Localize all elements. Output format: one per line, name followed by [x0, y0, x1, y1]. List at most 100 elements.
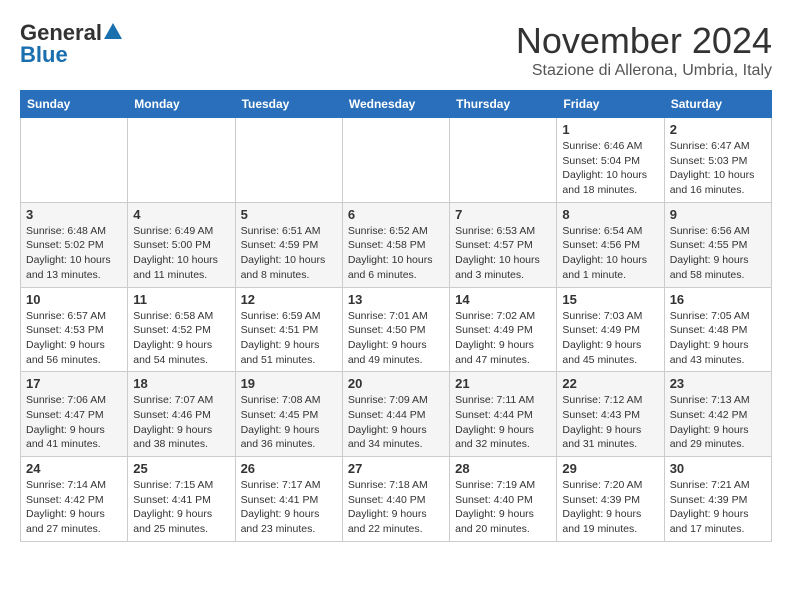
day-info: Sunrise: 6:57 AMSunset: 4:53 PMDaylight:… — [26, 309, 122, 368]
day-info: Sunrise: 7:02 AMSunset: 4:49 PMDaylight:… — [455, 309, 551, 368]
calendar-cell: 18 Sunrise: 7:07 AMSunset: 4:46 PMDayligh… — [128, 372, 235, 457]
day-number: 27 — [348, 461, 444, 476]
day-info: Sunrise: 7:20 AMSunset: 4:39 PMDaylight:… — [562, 478, 658, 537]
day-info: Sunrise: 6:58 AMSunset: 4:52 PMDaylight:… — [133, 309, 229, 368]
day-info: Sunrise: 7:19 AMSunset: 4:40 PMDaylight:… — [455, 478, 551, 537]
day-number: 11 — [133, 292, 229, 307]
day-info: Sunrise: 7:11 AMSunset: 4:44 PMDaylight:… — [455, 393, 551, 452]
day-info: Sunrise: 7:09 AMSunset: 4:44 PMDaylight:… — [348, 393, 444, 452]
day-info: Sunrise: 7:06 AMSunset: 4:47 PMDaylight:… — [26, 393, 122, 452]
calendar-cell: 5 Sunrise: 6:51 AMSunset: 4:59 PMDaylight… — [235, 202, 342, 287]
calendar-week-1: 1 Sunrise: 6:46 AMSunset: 5:04 PMDaylight… — [21, 118, 772, 203]
day-info: Sunrise: 7:08 AMSunset: 4:45 PMDaylight:… — [241, 393, 337, 452]
calendar-cell: 8 Sunrise: 6:54 AMSunset: 4:56 PMDaylight… — [557, 202, 664, 287]
day-number: 2 — [670, 122, 766, 137]
logo: General Blue — [20, 20, 122, 68]
day-info: Sunrise: 6:47 AMSunset: 5:03 PMDaylight:… — [670, 139, 766, 198]
day-number: 4 — [133, 207, 229, 222]
calendar-cell: 29 Sunrise: 7:20 AMSunset: 4:39 PMDayligh… — [557, 457, 664, 542]
calendar-cell: 24 Sunrise: 7:14 AMSunset: 4:42 PMDayligh… — [21, 457, 128, 542]
day-info: Sunrise: 7:13 AMSunset: 4:42 PMDaylight:… — [670, 393, 766, 452]
day-info: Sunrise: 7:05 AMSunset: 4:48 PMDaylight:… — [670, 309, 766, 368]
calendar-cell: 21 Sunrise: 7:11 AMSunset: 4:44 PMDayligh… — [450, 372, 557, 457]
day-info: Sunrise: 7:12 AMSunset: 4:43 PMDaylight:… — [562, 393, 658, 452]
calendar-cell: 11 Sunrise: 6:58 AMSunset: 4:52 PMDayligh… — [128, 287, 235, 372]
day-number: 6 — [348, 207, 444, 222]
calendar-cell: 12Sunrise: 6:59 AMSunset: 4:51 PMDayligh… — [235, 287, 342, 372]
day-number: 15 — [562, 292, 658, 307]
day-number: 22 — [562, 376, 658, 391]
calendar-cell: 15 Sunrise: 7:03 AMSunset: 4:49 PMDayligh… — [557, 287, 664, 372]
calendar-week-3: 10Sunrise: 6:57 AMSunset: 4:53 PMDayligh… — [21, 287, 772, 372]
calendar-cell: 28 Sunrise: 7:19 AMSunset: 4:40 PMDayligh… — [450, 457, 557, 542]
calendar-header-friday: Friday — [557, 91, 664, 118]
calendar-cell — [128, 118, 235, 203]
day-number: 9 — [670, 207, 766, 222]
day-number: 7 — [455, 207, 551, 222]
logo-blue: Blue — [20, 42, 68, 68]
day-number: 20 — [348, 376, 444, 391]
calendar-cell: 6 Sunrise: 6:52 AMSunset: 4:58 PMDaylight… — [342, 202, 449, 287]
day-number: 5 — [241, 207, 337, 222]
calendar-cell: 2 Sunrise: 6:47 AMSunset: 5:03 PMDaylight… — [664, 118, 771, 203]
day-info: Sunrise: 6:49 AMSunset: 5:00 PMDaylight:… — [133, 224, 229, 283]
calendar-cell: 9 Sunrise: 6:56 AMSunset: 4:55 PMDaylight… — [664, 202, 771, 287]
calendar-cell: 25Sunrise: 7:15 AMSunset: 4:41 PMDayligh… — [128, 457, 235, 542]
day-info: Sunrise: 6:52 AMSunset: 4:58 PMDaylight:… — [348, 224, 444, 283]
calendar-cell: 30 Sunrise: 7:21 AMSunset: 4:39 PMDayligh… — [664, 457, 771, 542]
day-number: 19 — [241, 376, 337, 391]
day-number: 28 — [455, 461, 551, 476]
day-number: 3 — [26, 207, 122, 222]
calendar-cell: 13Sunrise: 7:01 AMSunset: 4:50 PMDayligh… — [342, 287, 449, 372]
calendar-header-row: SundayMondayTuesdayWednesdayThursdayFrid… — [21, 91, 772, 118]
day-info: Sunrise: 6:54 AMSunset: 4:56 PMDaylight:… — [562, 224, 658, 283]
calendar-header-thursday: Thursday — [450, 91, 557, 118]
calendar-table: SundayMondayTuesdayWednesdayThursdayFrid… — [20, 90, 772, 542]
calendar-header-saturday: Saturday — [664, 91, 771, 118]
day-info: Sunrise: 6:48 AMSunset: 5:02 PMDaylight:… — [26, 224, 122, 283]
calendar-cell: 19 Sunrise: 7:08 AMSunset: 4:45 PMDayligh… — [235, 372, 342, 457]
calendar-cell: 22 Sunrise: 7:12 AMSunset: 4:43 PMDayligh… — [557, 372, 664, 457]
day-number: 29 — [562, 461, 658, 476]
page-header: General Blue November 2024 Stazione di A… — [20, 20, 772, 80]
calendar-header-tuesday: Tuesday — [235, 91, 342, 118]
calendar-cell: 4 Sunrise: 6:49 AMSunset: 5:00 PMDaylight… — [128, 202, 235, 287]
calendar-cell — [342, 118, 449, 203]
day-info: Sunrise: 7:17 AMSunset: 4:41 PMDaylight:… — [241, 478, 337, 537]
month-title: November 2024 — [516, 20, 772, 62]
day-info: Sunrise: 7:03 AMSunset: 4:49 PMDaylight:… — [562, 309, 658, 368]
calendar-cell: 7Sunrise: 6:53 AMSunset: 4:57 PMDaylight… — [450, 202, 557, 287]
day-info: Sunrise: 7:21 AMSunset: 4:39 PMDaylight:… — [670, 478, 766, 537]
day-number: 17 — [26, 376, 122, 391]
day-info: Sunrise: 6:46 AMSunset: 5:04 PMDaylight:… — [562, 139, 658, 198]
title-area: November 2024 Stazione di Allerona, Umbr… — [516, 20, 772, 80]
calendar-cell: 16 Sunrise: 7:05 AMSunset: 4:48 PMDayligh… — [664, 287, 771, 372]
calendar-cell: 3 Sunrise: 6:48 AMSunset: 5:02 PMDaylight… — [21, 202, 128, 287]
day-number: 24 — [26, 461, 122, 476]
day-info: Sunrise: 6:51 AMSunset: 4:59 PMDaylight:… — [241, 224, 337, 283]
day-number: 12 — [241, 292, 337, 307]
day-info: Sunrise: 7:14 AMSunset: 4:42 PMDaylight:… — [26, 478, 122, 537]
day-info: Sunrise: 7:18 AMSunset: 4:40 PMDaylight:… — [348, 478, 444, 537]
logo-icon — [104, 23, 122, 44]
calendar-cell: 17 Sunrise: 7:06 AMSunset: 4:47 PMDayligh… — [21, 372, 128, 457]
day-number: 21 — [455, 376, 551, 391]
day-number: 8 — [562, 207, 658, 222]
calendar-header-monday: Monday — [128, 91, 235, 118]
day-number: 18 — [133, 376, 229, 391]
day-number: 23 — [670, 376, 766, 391]
day-number: 16 — [670, 292, 766, 307]
calendar-week-5: 24 Sunrise: 7:14 AMSunset: 4:42 PMDayligh… — [21, 457, 772, 542]
calendar-header-sunday: Sunday — [21, 91, 128, 118]
calendar-cell: 1 Sunrise: 6:46 AMSunset: 5:04 PMDaylight… — [557, 118, 664, 203]
calendar-cell — [450, 118, 557, 203]
day-info: Sunrise: 7:07 AMSunset: 4:46 PMDaylight:… — [133, 393, 229, 452]
calendar-cell: 26Sunrise: 7:17 AMSunset: 4:41 PMDayligh… — [235, 457, 342, 542]
day-number: 30 — [670, 461, 766, 476]
day-info: Sunrise: 7:01 AMSunset: 4:50 PMDaylight:… — [348, 309, 444, 368]
day-number: 1 — [562, 122, 658, 137]
day-info: Sunrise: 6:56 AMSunset: 4:55 PMDaylight:… — [670, 224, 766, 283]
day-info: Sunrise: 7:15 AMSunset: 4:41 PMDaylight:… — [133, 478, 229, 537]
calendar-header-wednesday: Wednesday — [342, 91, 449, 118]
calendar-cell: 10Sunrise: 6:57 AMSunset: 4:53 PMDayligh… — [21, 287, 128, 372]
